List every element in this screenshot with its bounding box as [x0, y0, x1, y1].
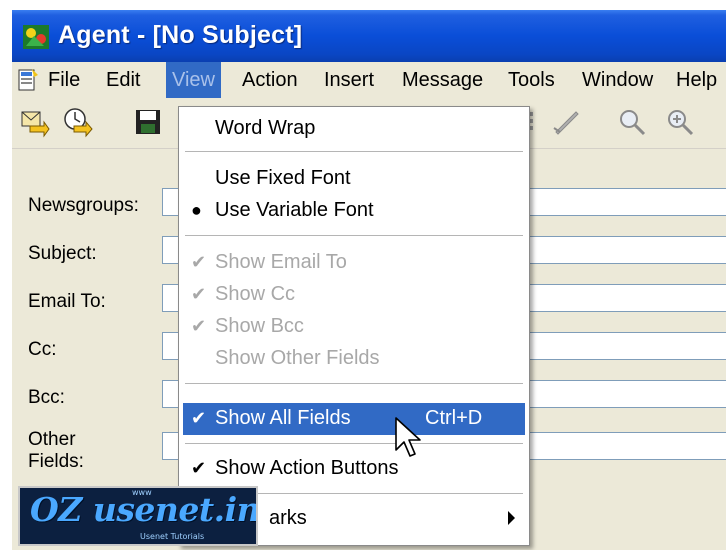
view-menu-dropdown: Word Wrap Use Fixed Font ● Use Variable …: [178, 106, 530, 546]
menu-item-label: Show Bcc: [215, 315, 304, 337]
menu-file[interactable]: File: [48, 69, 80, 92]
checkmark-icon: ✔: [191, 252, 207, 272]
menu-item-use-fixed-font[interactable]: Use Fixed Font: [179, 163, 529, 195]
menu-item-show-email-to: ✔ Show Email To: [179, 247, 529, 279]
send-icon[interactable]: [18, 106, 50, 138]
menu-item-shortcut: Ctrl+D: [425, 407, 483, 429]
checkmark-icon: ✔: [191, 458, 207, 478]
menu-item-word-wrap[interactable]: Word Wrap: [179, 113, 529, 145]
newsgroups-label: Newsgroups:: [28, 195, 139, 216]
menu-item-label: Show Cc: [215, 283, 296, 305]
menu-tools[interactable]: Tools: [508, 69, 555, 92]
menu-item-show-bcc: ✔ Show Bcc: [179, 311, 529, 343]
menu-item-label: Use Fixed Font: [215, 167, 351, 189]
menu-item-show-action-buttons[interactable]: ✔ Show Action Buttons: [179, 453, 529, 485]
title-bar[interactable]: Agent - [No Subject]: [12, 10, 726, 62]
menu-item-show-all-fields[interactable]: ✔ Show All Fields Ctrl+D: [183, 403, 525, 435]
spell-check-icon[interactable]: [550, 106, 582, 138]
other-fields-label-line2: Fields:: [28, 451, 84, 472]
watermark-text: OZ usenet.info: [30, 490, 258, 529]
ozusenet-watermark: www OZ usenet.info Usenet Tutorials: [18, 486, 258, 546]
bcc-label: Bcc:: [28, 387, 65, 408]
menu-item-label: Show Action Buttons: [215, 457, 399, 479]
menu-separator: [185, 443, 523, 444]
menu-help[interactable]: Help: [676, 69, 717, 92]
menu-action[interactable]: Action: [242, 69, 298, 92]
menu-window[interactable]: Window: [582, 69, 653, 92]
checkmark-icon: ✔: [191, 316, 207, 336]
menu-separator: [185, 383, 523, 384]
menu-bar: File Edit View Action Insert Message Too…: [12, 62, 726, 98]
agent-window: Agent - [No Subject] File Edit View Acti…: [12, 10, 726, 550]
find-icon[interactable]: [616, 106, 648, 138]
agent-app-icon: [23, 25, 49, 49]
checkmark-icon: ✔: [191, 408, 207, 428]
email-to-label: Email To:: [28, 291, 106, 312]
submenu-arrow-icon: [508, 511, 515, 525]
menu-item-label: Show All Fields: [215, 407, 351, 429]
watermark-small-bottom: Usenet Tutorials: [140, 532, 205, 541]
menu-view[interactable]: View: [166, 62, 221, 98]
menu-edit[interactable]: Edit: [106, 69, 140, 92]
menu-message[interactable]: Message: [402, 69, 483, 92]
radio-dot-icon: ●: [191, 200, 202, 220]
window-title: Agent - [No Subject]: [58, 21, 303, 49]
mouse-cursor-icon: [395, 417, 421, 457]
menu-item-label: Show Other Fields: [215, 347, 380, 369]
cc-label: Cc:: [28, 339, 57, 360]
menu-item-label: Show Email To: [215, 251, 347, 273]
save-icon[interactable]: [132, 106, 164, 138]
menu-insert[interactable]: Insert: [324, 69, 374, 92]
menu-separator: [185, 151, 523, 152]
zoom-icon[interactable]: [664, 106, 696, 138]
other-fields-label-line1: Other: [28, 429, 76, 450]
menu-item-show-other-fields: Show Other Fields: [179, 343, 529, 375]
document-icon[interactable]: [16, 68, 40, 92]
menu-item-label: arks: [269, 507, 307, 529]
menu-separator: [185, 235, 523, 236]
menu-item-label: Word Wrap: [215, 117, 316, 139]
send-later-icon[interactable]: [62, 106, 94, 138]
menu-item-label: Use Variable Font: [215, 199, 374, 221]
subject-label: Subject:: [28, 243, 97, 264]
menu-item-show-cc: ✔ Show Cc: [179, 279, 529, 311]
menu-item-use-variable-font[interactable]: ● Use Variable Font: [179, 195, 529, 227]
checkmark-icon: ✔: [191, 284, 207, 304]
